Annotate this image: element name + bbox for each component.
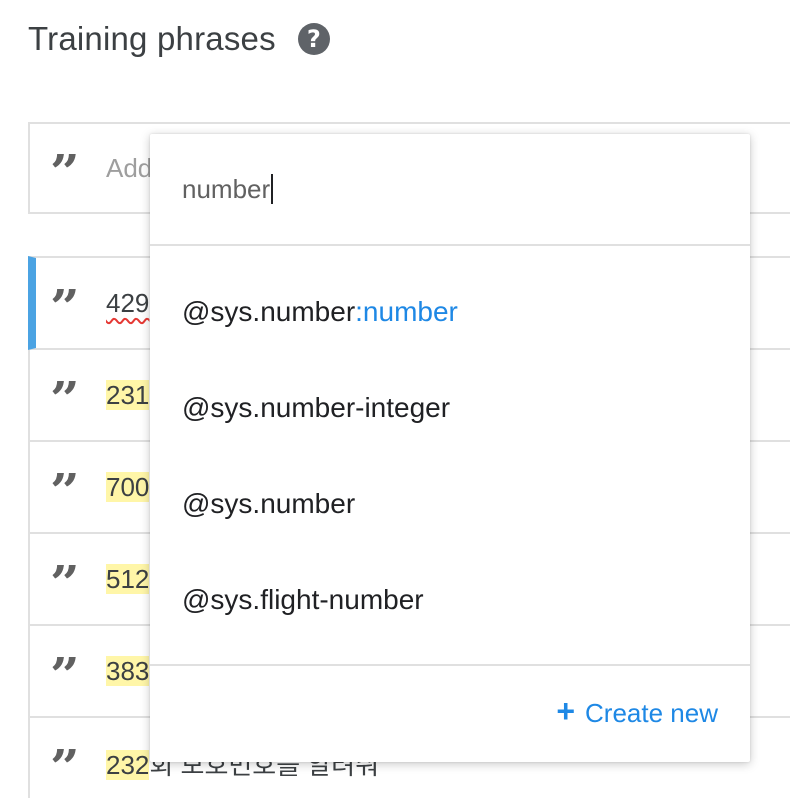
phrase-text[interactable]: 383	[106, 655, 150, 687]
training-phrases-header: Training phrases ?	[28, 20, 330, 58]
phrase-plain-text: 429	[106, 287, 150, 318]
create-new-button[interactable]: + Create new	[556, 692, 718, 729]
phrase-text[interactable]: 512	[106, 563, 150, 595]
entity-option[interactable]: @sys.number	[150, 456, 750, 552]
create-new-label: Create new	[585, 698, 718, 728]
section-title: Training phrases	[28, 20, 276, 57]
entity-annotation[interactable]: 700	[106, 471, 150, 502]
entity-option-alias: :number	[355, 296, 458, 327]
quote-icon: ”	[50, 657, 80, 685]
entity-option[interactable]: @sys.flight-number	[150, 552, 750, 648]
phrase-text[interactable]: 429	[106, 288, 149, 319]
quote-icon: ”	[50, 289, 80, 317]
quote-icon: ”	[50, 749, 80, 777]
plus-icon: +	[556, 692, 576, 729]
text-caret	[271, 174, 274, 204]
entity-search-field[interactable]: number	[150, 134, 750, 246]
entity-option[interactable]: @sys.number:number	[150, 264, 750, 360]
entity-annotation[interactable]: 232	[106, 749, 150, 780]
phrase-text[interactable]: 700	[106, 471, 150, 503]
entity-picker-dropdown: number @sys.number:number @sys.number-in…	[150, 134, 750, 762]
quote-icon: ”	[50, 154, 80, 182]
entity-search-input[interactable]: number	[182, 174, 274, 205]
quote-icon: ”	[50, 473, 80, 501]
entity-annotation[interactable]: 512	[106, 563, 150, 594]
entity-option-name: @sys.number	[182, 296, 356, 327]
phrase-text[interactable]: 231	[106, 379, 150, 411]
entity-annotation[interactable]: 383	[106, 655, 150, 686]
entity-options-list: @sys.number:number @sys.number-integer @…	[150, 264, 750, 648]
entity-option[interactable]: @sys.number-integer	[150, 360, 750, 456]
training-phrases-page: Training phrases ? ” Add ” 429 ” 231 ” 7…	[0, 0, 790, 798]
quote-icon: ”	[50, 565, 80, 593]
entity-annotation[interactable]: 231	[106, 379, 150, 410]
question-circle-icon[interactable]: ?	[297, 23, 330, 55]
entity-option-name: @sys.number	[182, 488, 356, 519]
add-phrase-placeholder[interactable]: Add	[106, 153, 152, 184]
entity-option-name: @sys.number-integer	[182, 392, 451, 423]
entity-search-value: number	[182, 174, 271, 204]
dropdown-footer: + Create new	[150, 664, 750, 762]
quote-icon: ”	[50, 381, 80, 409]
entity-option-name: @sys.flight-number	[182, 584, 424, 615]
